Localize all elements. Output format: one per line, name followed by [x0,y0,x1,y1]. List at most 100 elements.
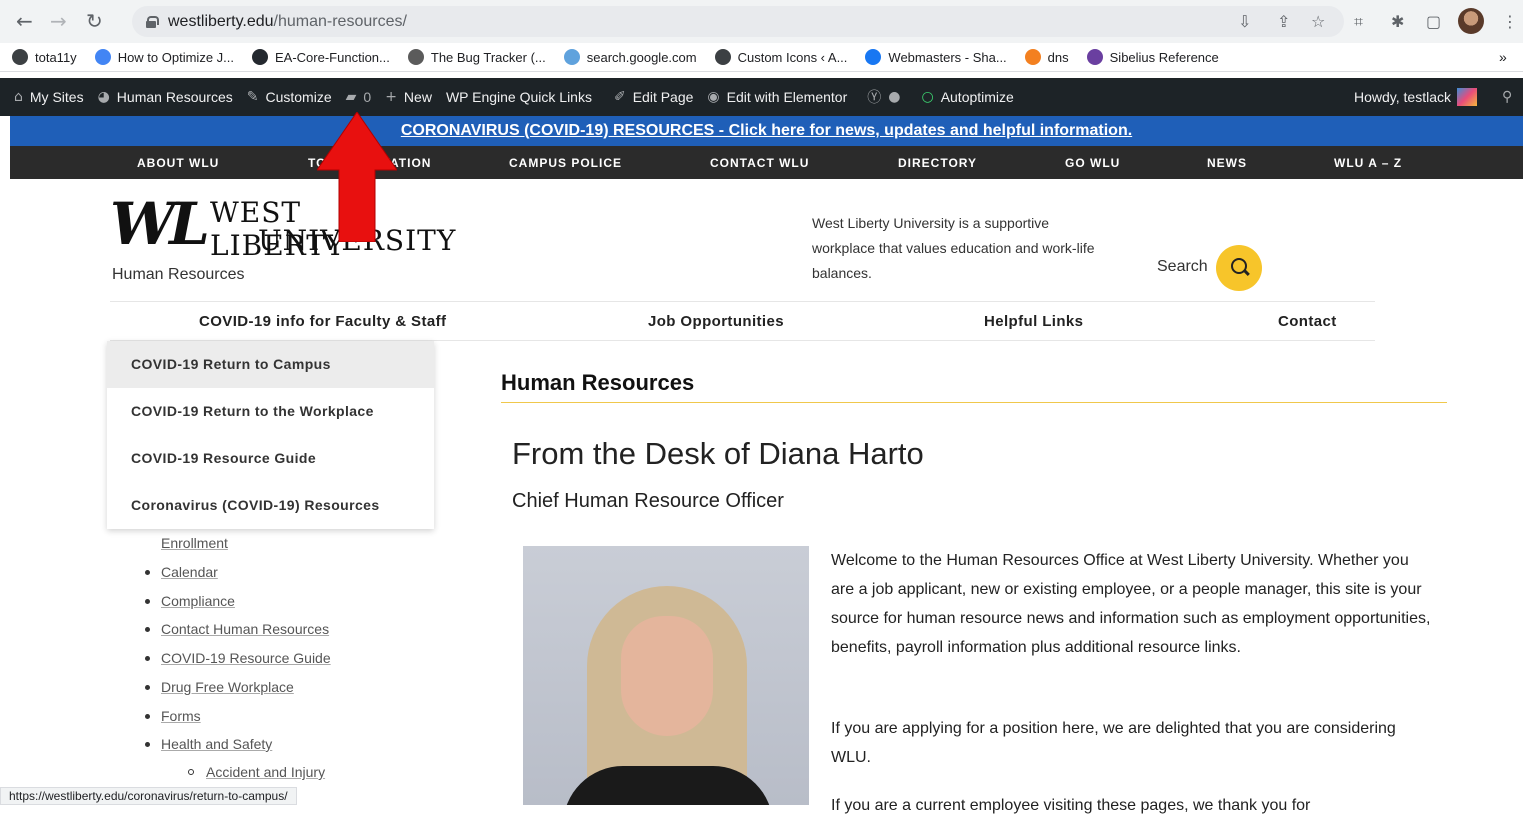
search-label[interactable]: Search [1157,258,1208,276]
install-app-icon[interactable]: ⇩ [1238,12,1251,31]
bookmark-item[interactable]: dns [1024,49,1069,65]
dropdown-item-return-to-workplace[interactable]: COVID-19 Return to the Workplace [107,388,434,435]
bookmark-label: Webmasters - Sha... [888,49,1007,65]
sidebar-item-forms[interactable]: Forms [161,708,201,724]
nav-wlu-a-z[interactable]: WLU A – Z [1334,156,1402,170]
comment-icon: ▰ [345,89,357,105]
subnav-contact[interactable]: Contact [1278,313,1337,330]
sidebar-item-covid-guide[interactable]: COVID-19 Resource Guide [161,650,331,666]
welcome-paragraph: Welcome to the Human Resources Office at… [831,552,1431,656]
customize-label: Customize [265,89,332,105]
tab-capture-icon[interactable]: ⌗ [1354,12,1363,32]
autoptimize-menu[interactable]: ○ Autoptimize [921,89,1013,105]
bookmark-item[interactable]: EA-Core-Function... [252,49,390,65]
dropdown-item-return-to-campus[interactable]: COVID-19 Return to Campus [107,341,434,388]
sidebar-item-calendar[interactable]: Calendar [161,564,218,580]
sidebar-item-enrollment[interactable]: Enrollment [161,535,228,551]
search-button[interactable] [1216,245,1262,291]
subnav-covid-info[interactable]: COVID-19 info for Faculty & Staff [199,313,446,330]
back-arrow-icon[interactable]: ← [16,10,33,32]
bookmark-label: Sibelius Reference [1109,49,1219,65]
employee-paragraph: If you are a current employee visiting t… [831,797,1311,814]
address-bar[interactable]: westliberty.edu/human-resources/ [132,6,1344,37]
bookmarks-overflow-icon[interactable]: » [1499,49,1507,65]
wp-engine-menu[interactable]: WP Engine Quick Links [446,89,592,105]
lock-icon[interactable] [146,15,159,28]
bookmark-item[interactable]: How to Optimize J... [94,49,234,65]
seo-status-dot-icon: ● [888,89,901,105]
site-subtitle: Human Resources [112,266,245,283]
bullet [145,742,150,747]
kebab-menu-icon[interactable]: ⋮ [1502,12,1518,31]
sidebar-item-health-safety[interactable]: Health and Safety [161,736,272,752]
nav-contact-wlu[interactable]: CONTACT WLU [710,156,809,170]
subnav-job-opportunities[interactable]: Job Opportunities [648,313,784,330]
wp-engine-label: WP Engine Quick Links [445,89,592,105]
admin-search-icon[interactable]: ⚲ [1502,89,1519,105]
covid-banner: CORONAVIRUS (COVID-19) RESOURCES - Click… [10,116,1523,146]
bookmark-item[interactable]: tota11y [12,49,77,65]
sidebar-subitem-accident[interactable]: Accident and Injury [206,764,325,780]
pencil-icon: ✐ [613,89,626,105]
nav-directory[interactable]: DIRECTORY [898,156,977,170]
sidebar-item-compliance[interactable]: Compliance [161,593,235,609]
user-avatar [1457,88,1477,106]
bookmark-favicon-icon [563,49,580,65]
site-name-menu[interactable]: ◕ Human Resources [98,89,233,105]
share-icon[interactable]: ⇪ [1277,12,1290,31]
edit-page-link[interactable]: ✐ Edit Page [614,89,693,105]
dropdown-item-coronavirus-resources[interactable]: Coronavirus (COVID-19) Resources [107,482,434,529]
edit-elementor-label: Edit with Elementor [726,89,848,105]
brush-icon: ✎ [246,89,259,105]
side-panel-icon[interactable]: ▢ [1426,12,1441,31]
bookmark-item[interactable]: Custom Icons ‹ A... [714,49,848,65]
subnav-helpful-links[interactable]: Helpful Links [984,313,1083,330]
bookmark-favicon-icon [12,49,28,65]
nav-news[interactable]: NEWS [1207,156,1247,170]
page-title: From the Desk of Diana Harto [512,436,924,471]
bookmark-label: The Bug Tracker (... [430,49,546,65]
nav-about-wlu[interactable]: ABOUT WLU [137,156,219,170]
bookmark-label: Custom Icons ‹ A... [737,49,848,65]
bookmark-item[interactable]: Sibelius Reference [1086,49,1219,65]
bookmark-item[interactable]: The Bug Tracker (... [407,49,546,65]
account-menu[interactable]: Howdy, testlack [1354,88,1477,106]
nav-campus-police[interactable]: CAMPUS POLICE [509,156,622,170]
reload-icon[interactable]: ↻ [86,10,103,32]
profile-avatar[interactable] [1458,8,1484,34]
comments-link[interactable]: ▰ 0 [346,89,372,105]
forward-arrow-icon[interactable]: → [50,10,67,32]
url-text: westliberty.edu/human-resources/ [168,12,407,30]
red-arrow-shape [317,112,397,242]
bookmarks-bar: tota11y How to Optimize J... EA-Core-Funct… [0,43,1523,72]
bookmark-item[interactable]: Webmasters - Sha... [865,49,1007,65]
annotation-arrow [317,112,397,242]
new-content-menu[interactable]: + New [385,89,432,105]
bullet [145,714,150,719]
comments-count: 0 [363,89,372,105]
yoast-menu[interactable]: Ⓨ ● [867,87,907,107]
bookmark-favicon-icon [714,49,731,65]
nav-go-wlu[interactable]: GO WLU [1065,156,1120,170]
bookmark-label: search.google.com [586,49,697,65]
my-sites-menu[interactable]: ⌂ My Sites [14,89,84,105]
dropdown-item-resource-guide[interactable]: COVID-19 Resource Guide [107,435,434,482]
covid-dropdown-menu: COVID-19 Return to Campus COVID-19 Retur… [107,341,434,529]
sites-icon: ⌂ [14,89,23,105]
new-label: New [403,89,432,105]
edit-elementor-link[interactable]: ◉ Edit with Elementor [707,89,847,105]
customize-link[interactable]: ✎ Customize [247,89,332,105]
site-top-nav: ABOUT WLU TOP ORIENTATION CAMPUS POLICE … [10,146,1523,179]
bookmark-star-icon[interactable]: ☆ [1311,12,1325,31]
bookmark-item[interactable]: search.google.com [563,49,697,65]
covid-banner-link[interactable]: CORONAVIRUS (COVID-19) RESOURCES - Click… [401,122,1132,139]
section-heading: Human Resources [501,370,695,395]
autoptimize-label: Autoptimize [940,89,1014,105]
sidebar-item-drug-free[interactable]: Drug Free Workplace [161,679,294,695]
bookmark-label: How to Optimize J... [117,49,234,65]
extensions-puzzle-icon[interactable]: ✱ [1391,12,1404,31]
sidebar-item-contact-hr[interactable]: Contact Human Resources [161,621,329,637]
bookmark-favicon-icon [1086,49,1103,65]
page-subtitle: Chief Human Resource Officer [512,490,784,512]
plus-icon: + [385,89,397,105]
